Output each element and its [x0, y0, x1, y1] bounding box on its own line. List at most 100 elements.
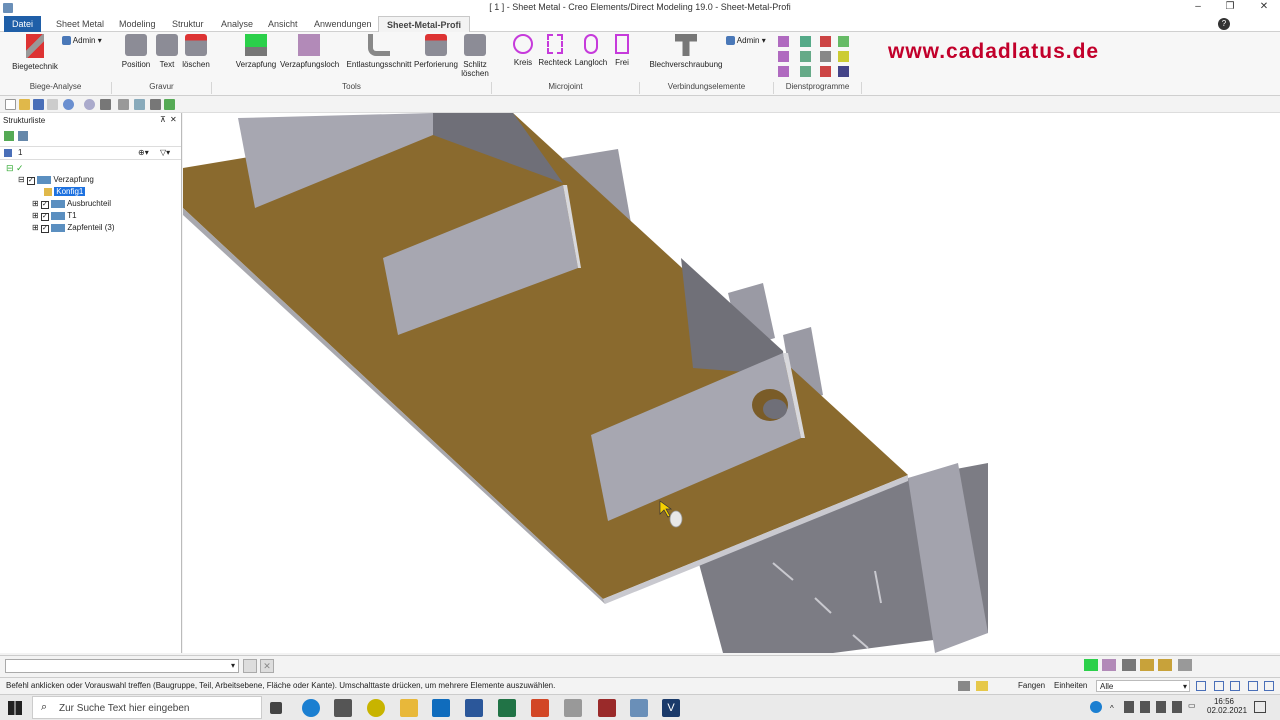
new-icon[interactable]	[5, 99, 16, 110]
checkbox[interactable]: ✓	[26, 177, 35, 185]
tray-icon-1[interactable]	[1124, 701, 1134, 713]
view-icon-2[interactable]	[1214, 681, 1224, 691]
tree-item-konfig1[interactable]: Konfig1	[44, 186, 86, 198]
powerpoint-icon[interactable]	[531, 699, 549, 717]
help-icon[interactable]: ?	[1218, 18, 1230, 30]
undo-icon[interactable]	[63, 99, 74, 110]
view-icon-4[interactable]	[1248, 681, 1258, 691]
tab-anwendungen[interactable]: Anwendungen	[306, 16, 380, 32]
tray-icon-2[interactable]	[1140, 701, 1150, 713]
utility-icon-2[interactable]	[800, 36, 811, 47]
outlook-icon[interactable]	[432, 699, 450, 717]
excel-icon[interactable]	[498, 699, 516, 717]
view-icon-3[interactable]	[1230, 681, 1240, 691]
tree-item-ausbruchteil[interactable]: ⊞ ✓ Ausbruchteil	[32, 198, 111, 210]
admin-dropdown[interactable]: Admin ▾	[62, 36, 102, 46]
utility-icon-12[interactable]	[838, 66, 849, 77]
creo-icon[interactable]	[598, 699, 616, 717]
enter-button[interactable]	[243, 659, 257, 673]
word-icon[interactable]	[465, 699, 483, 717]
rechteck-button[interactable]: Rechteck	[537, 34, 573, 67]
utility-icon-5[interactable]	[778, 51, 789, 62]
loeschen-button[interactable]: löschen	[180, 34, 212, 69]
tab-datei[interactable]: Datei	[4, 16, 42, 32]
utility-icon-3[interactable]	[820, 36, 831, 47]
tree-item-verzapfung[interactable]: ⊟ ✓ Verzapfung	[18, 174, 94, 186]
tray-chevron-icon[interactable]: ^	[1110, 704, 1114, 713]
volume-icon[interactable]	[1172, 701, 1182, 713]
snap-icon[interactable]	[958, 681, 970, 691]
open-icon[interactable]	[19, 99, 30, 110]
langloch-button[interactable]: Langloch	[573, 34, 609, 67]
verzapfung-button[interactable]: Verzapfung	[232, 34, 280, 69]
tool-icon-3[interactable]	[134, 99, 145, 110]
utility-icon-11[interactable]	[820, 66, 831, 77]
task-view-icon[interactable]	[270, 702, 282, 714]
panel-close-icon[interactable]: ✕	[170, 115, 177, 124]
save-icon[interactable]	[33, 99, 44, 110]
tab-sheet-metal[interactable]: Sheet Metal	[48, 16, 112, 32]
utility-icon-9[interactable]	[778, 66, 789, 77]
explorer-icon[interactable]	[400, 699, 418, 717]
maximize-button[interactable]: ❐	[1222, 1, 1238, 15]
checkbox[interactable]: ✓	[40, 225, 49, 233]
app-icon-yellow[interactable]	[367, 699, 385, 717]
screw-status-icon[interactable]	[1178, 659, 1192, 671]
app-icon-gray[interactable]	[564, 699, 582, 717]
filter-icon[interactable]: ▽▾	[160, 148, 170, 157]
verzapfung-status-icon[interactable]	[1084, 659, 1098, 671]
frei-button[interactable]: Frei	[609, 34, 635, 67]
grid-status-icon-1[interactable]	[1140, 659, 1154, 671]
view-icon-5[interactable]	[1264, 681, 1274, 691]
redo-icon[interactable]	[84, 99, 95, 110]
print-icon[interactable]	[47, 99, 58, 110]
taskbar-search[interactable]: ⌕ Zur Suche Text hier eingeben	[32, 696, 262, 719]
tool-icon-1[interactable]	[100, 99, 111, 110]
pin-icon[interactable]: ⊼	[160, 115, 166, 124]
3d-viewport[interactable]	[183, 113, 1280, 653]
notification-icon[interactable]	[1254, 701, 1266, 713]
tree-tool-icon-2[interactable]	[18, 131, 28, 141]
verzapfungsloch-button[interactable]: Verzapfungsloch	[280, 34, 339, 69]
blechverschraubung-button[interactable]: Blechverschraubung	[648, 34, 724, 69]
edge-icon[interactable]	[302, 699, 320, 717]
clock[interactable]: 16:56 02.02.2021	[1207, 697, 1247, 715]
binoculars-icon[interactable]: ⊕▾	[138, 148, 149, 157]
keyboard-icon[interactable]: ▭	[1188, 701, 1196, 710]
checkbox[interactable]: ✓	[40, 213, 49, 221]
tab-ansicht[interactable]: Ansicht	[260, 16, 306, 32]
close-button[interactable]: ✕	[1256, 1, 1272, 15]
cancel-icon[interactable]: ✕	[260, 659, 274, 673]
chevron-down-icon[interactable]: ▾	[231, 661, 235, 670]
tab-analyse[interactable]: Analyse	[213, 16, 261, 32]
kreis-button[interactable]: Kreis	[510, 34, 536, 67]
text-button[interactable]: Text	[154, 34, 180, 69]
position-button[interactable]: Position	[118, 34, 154, 69]
filter-select[interactable]: Alle ▾	[1096, 680, 1190, 692]
v-app-icon[interactable]: V	[662, 699, 680, 717]
store-icon[interactable]	[334, 699, 352, 717]
tree-item-t1[interactable]: ⊞ ✓ T1	[32, 210, 77, 222]
tool-icon-4[interactable]	[150, 99, 161, 110]
tree-item-zapfenteil[interactable]: ⊞ ✓ Zapfenteil (3)	[32, 222, 115, 234]
utility-icon-8[interactable]	[838, 51, 849, 62]
utility-icon-4[interactable]	[838, 36, 849, 47]
grid-status-icon-2[interactable]	[1158, 659, 1172, 671]
perforierung-button[interactable]: Perforierung	[413, 34, 459, 69]
windows-start-icon[interactable]	[8, 701, 22, 715]
warning-icon[interactable]	[976, 681, 988, 691]
command-input[interactable]: ▾	[5, 659, 239, 673]
entlastungsschnitt-button[interactable]: Entlastungsschnitt	[345, 34, 413, 69]
modeling-icon[interactable]	[630, 699, 648, 717]
schlitz-loeschen-button[interactable]: Schlitz löschen	[459, 34, 491, 78]
utility-icon-10[interactable]	[800, 66, 811, 77]
utility-icon-7[interactable]	[820, 51, 831, 62]
tree-tool-icon-1[interactable]	[4, 131, 14, 141]
tab-sheet-metal-profi[interactable]: Sheet-Metal-Profi	[378, 16, 471, 32]
einheiten-button[interactable]: Einheiten	[1054, 681, 1087, 690]
utility-icon-6[interactable]	[800, 51, 811, 62]
hole-status-icon[interactable]	[1102, 659, 1116, 671]
admin-dropdown-2[interactable]: Admin ▾	[726, 36, 766, 46]
view-icon-1[interactable]	[1196, 681, 1206, 691]
checkbox[interactable]: ✓	[40, 201, 49, 209]
